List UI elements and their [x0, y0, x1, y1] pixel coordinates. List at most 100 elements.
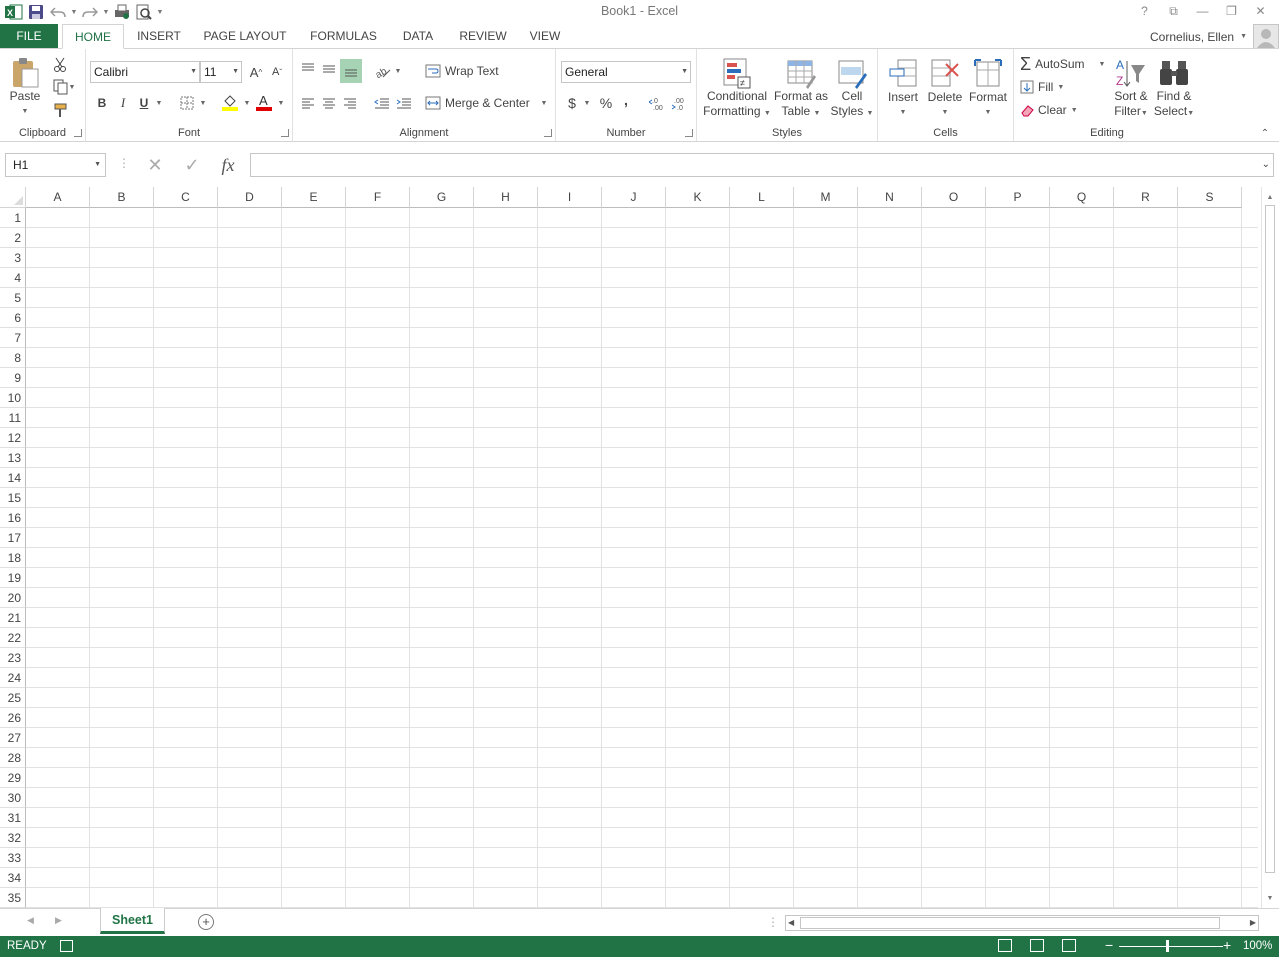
insert-cells-button[interactable]: Insert ▼: [882, 55, 924, 123]
new-sheet-icon[interactable]: +: [198, 914, 214, 930]
tab-insert[interactable]: INSERT: [133, 24, 185, 49]
tab-view[interactable]: VIEW: [525, 24, 565, 49]
merge-center-dropdown-icon[interactable]: ▼: [539, 93, 549, 113]
orientation-dropdown-icon[interactable]: ▼: [393, 61, 403, 81]
scroll-right-icon[interactable]: ▶: [1250, 918, 1256, 927]
row-header[interactable]: 12: [0, 428, 26, 448]
row-header[interactable]: 2: [0, 228, 26, 248]
scroll-down-icon[interactable]: ▼: [1262, 890, 1278, 906]
font-color-dropdown-icon[interactable]: ▼: [276, 93, 286, 113]
column-header[interactable]: O: [922, 187, 986, 208]
row-header[interactable]: 3: [0, 248, 26, 268]
alignment-launcher-icon[interactable]: [544, 129, 552, 137]
tab-formulas[interactable]: FORMULAS: [306, 24, 381, 49]
wrap-text-button[interactable]: Wrap Text: [425, 61, 509, 81]
formula-bar-resize-handle[interactable]: ⋮: [118, 156, 130, 170]
row-header[interactable]: 27: [0, 728, 26, 748]
zoom-in-icon[interactable]: +: [1223, 937, 1231, 953]
column-header[interactable]: E: [282, 187, 346, 208]
tab-file[interactable]: FILE: [0, 24, 58, 49]
fill-color-dropdown-icon[interactable]: ▼: [242, 93, 252, 113]
row-header[interactable]: 10: [0, 388, 26, 408]
row-header[interactable]: 30: [0, 788, 26, 808]
delete-cells-button[interactable]: Delete ▼: [924, 55, 966, 123]
italic-button[interactable]: I: [113, 93, 133, 113]
tab-home[interactable]: HOME: [62, 24, 124, 49]
column-header[interactable]: N: [858, 187, 922, 208]
next-sheet-icon[interactable]: ▶: [55, 915, 62, 926]
close-icon[interactable]: ✕: [1246, 0, 1275, 22]
column-header[interactable]: B: [90, 187, 154, 208]
scroll-up-icon[interactable]: ▲: [1262, 189, 1278, 205]
cancel-entry-icon[interactable]: ✕: [140, 153, 170, 177]
accounting-dropdown-icon[interactable]: ▼: [582, 93, 592, 113]
align-right-icon[interactable]: [340, 93, 360, 113]
decrease-decimal-icon[interactable]: .00.0: [670, 93, 690, 113]
row-header[interactable]: 7: [0, 328, 26, 348]
row-header[interactable]: 32: [0, 828, 26, 848]
user-dropdown-icon[interactable]: ▼: [1240, 33, 1247, 40]
user-account[interactable]: Cornelius, Ellen ▼: [1150, 24, 1279, 49]
tab-review[interactable]: REVIEW: [456, 24, 510, 49]
row-header[interactable]: 28: [0, 748, 26, 768]
column-header[interactable]: K: [666, 187, 730, 208]
zoom-knob[interactable]: [1166, 940, 1169, 952]
row-header[interactable]: 26: [0, 708, 26, 728]
row-header[interactable]: 24: [0, 668, 26, 688]
row-header[interactable]: 11: [0, 408, 26, 428]
cell-styles-button[interactable]: Cell Styles ▼: [829, 55, 875, 123]
number-launcher-icon[interactable]: [685, 129, 693, 137]
row-header[interactable]: 4: [0, 268, 26, 288]
enter-entry-icon[interactable]: ✓: [177, 153, 207, 177]
expand-formula-bar-icon[interactable]: ⌄: [1262, 159, 1270, 170]
formula-input[interactable]: ⌄: [250, 153, 1274, 177]
column-header[interactable]: A: [26, 187, 90, 208]
decrease-indent-icon[interactable]: [372, 93, 392, 113]
row-header[interactable]: 13: [0, 448, 26, 468]
zoom-track[interactable]: [1119, 946, 1223, 947]
column-header[interactable]: R: [1114, 187, 1178, 208]
orientation-icon[interactable]: ab: [373, 61, 393, 81]
tab-page-layout[interactable]: PAGE LAYOUT: [200, 24, 290, 49]
merge-center-button[interactable]: Merge & Center: [425, 93, 537, 113]
column-header[interactable]: C: [154, 187, 218, 208]
percent-style-button[interactable]: %: [596, 93, 616, 113]
row-header[interactable]: 15: [0, 488, 26, 508]
row-header[interactable]: 14: [0, 468, 26, 488]
borders-icon[interactable]: [178, 93, 196, 113]
column-header[interactable]: J: [602, 187, 666, 208]
bold-button[interactable]: B: [92, 93, 112, 113]
autosum-dropdown-icon[interactable]: ▼: [1097, 54, 1107, 74]
row-header[interactable]: 20: [0, 588, 26, 608]
accounting-format-button[interactable]: $: [564, 93, 580, 113]
conditional-formatting-button[interactable]: ≠ Conditional Formatting ▼: [701, 55, 773, 123]
zoom-level[interactable]: 100%: [1243, 940, 1272, 952]
format-as-table-button[interactable]: Format as Table ▼: [773, 55, 829, 123]
column-header[interactable]: F: [346, 187, 410, 208]
bottom-align-icon[interactable]: [340, 59, 362, 83]
column-header[interactable]: Q: [1050, 187, 1114, 208]
macro-recording-icon[interactable]: [60, 940, 73, 952]
vertical-scroll-thumb[interactable]: [1265, 205, 1275, 873]
increase-decimal-icon[interactable]: .0.00: [648, 93, 668, 113]
font-color-icon[interactable]: A: [254, 91, 274, 113]
row-header[interactable]: 18: [0, 548, 26, 568]
row-header[interactable]: 16: [0, 508, 26, 528]
format-cells-button[interactable]: Format ▼: [966, 55, 1010, 123]
row-header[interactable]: 25: [0, 688, 26, 708]
comma-style-button[interactable]: ,: [618, 90, 634, 110]
paste-button[interactable]: Paste ▼: [4, 55, 46, 121]
row-header[interactable]: 8: [0, 348, 26, 368]
font-launcher-icon[interactable]: [281, 129, 289, 137]
column-header[interactable]: D: [218, 187, 282, 208]
column-header[interactable]: P: [986, 187, 1050, 208]
ribbon-display-options-icon[interactable]: ⧉: [1159, 0, 1188, 22]
number-format-select[interactable]: General ▼: [561, 61, 691, 83]
name-box[interactable]: H1 ▼: [5, 153, 106, 177]
column-header[interactable]: M: [794, 187, 858, 208]
row-header[interactable]: 34: [0, 868, 26, 888]
normal-view-icon[interactable]: [998, 939, 1012, 952]
page-break-preview-icon[interactable]: [1062, 939, 1076, 952]
tab-data[interactable]: DATA: [396, 24, 440, 49]
minimize-icon[interactable]: —: [1188, 0, 1217, 22]
